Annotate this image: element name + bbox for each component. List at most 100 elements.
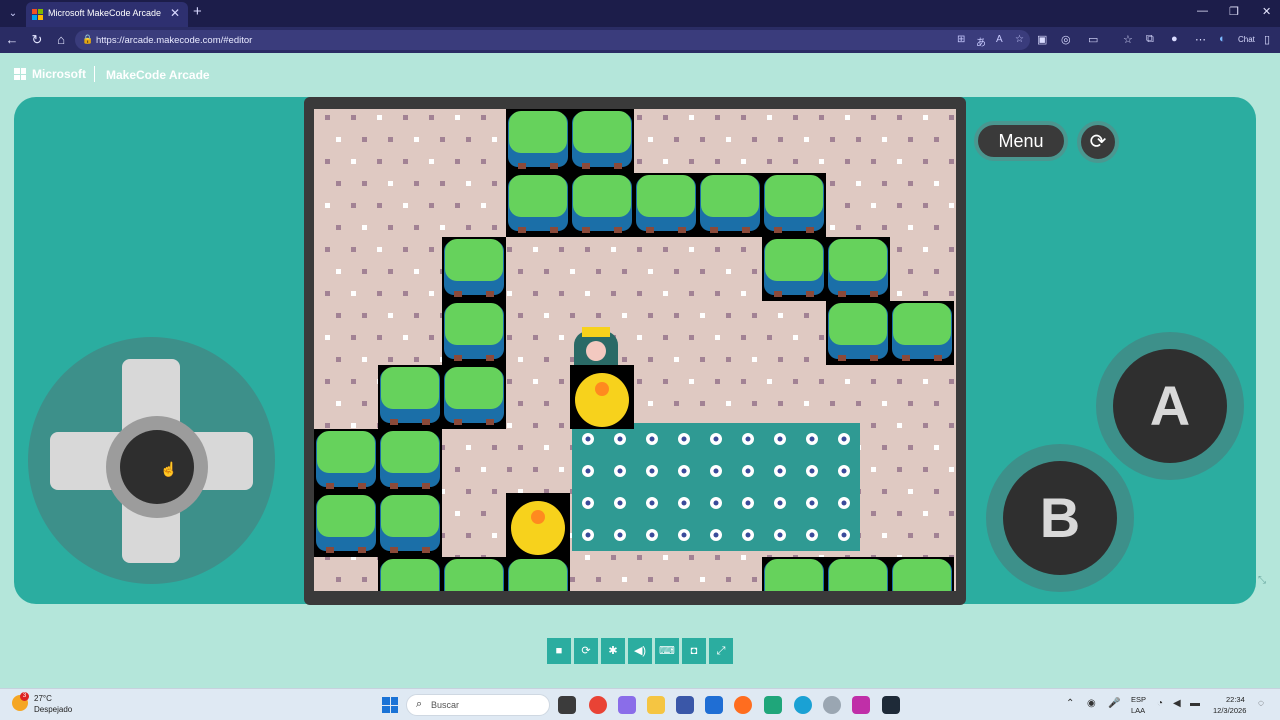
dpad-joystick[interactable] xyxy=(120,430,194,504)
file-explorer-icon[interactable] xyxy=(647,696,665,714)
clock-time[interactable]: 22:34 xyxy=(1226,695,1245,704)
language-code[interactable]: ESP xyxy=(1131,695,1146,704)
firefox-icon[interactable] xyxy=(734,696,752,714)
brand-divider xyxy=(94,66,95,82)
notifications-icon[interactable]: ◌ xyxy=(1258,698,1264,709)
makecode-app-icon[interactable] xyxy=(882,696,900,714)
cast-icon[interactable]: ▭ xyxy=(1088,33,1098,46)
game-canvas[interactable] xyxy=(314,109,956,591)
task-view-icon[interactable] xyxy=(558,696,576,714)
collections-icon[interactable]: ⧉ xyxy=(1146,33,1154,46)
sand-speck xyxy=(908,489,913,494)
sand-speck xyxy=(351,247,356,252)
sand-speck xyxy=(752,357,757,362)
performance-icon[interactable]: ◎ xyxy=(1061,33,1071,46)
tray-app-icon[interactable]: ◉ xyxy=(1087,698,1096,709)
sand-speck xyxy=(622,313,627,318)
browser-tab[interactable]: Microsoft MakeCode Arcade ✕ xyxy=(26,2,188,27)
favorites-icon[interactable]: ☆ xyxy=(1123,33,1133,46)
reload-icon[interactable]: ↻ xyxy=(29,32,45,48)
microsoft-favicon-icon xyxy=(32,9,43,20)
new-tab-button[interactable]: + xyxy=(193,3,202,20)
maximize-icon[interactable]: ❐ xyxy=(1229,5,1239,18)
sand-speck xyxy=(325,423,330,428)
sand-speck xyxy=(362,357,367,362)
profile-avatar-icon[interactable]: ● xyxy=(1171,33,1178,45)
sand-speck xyxy=(908,533,913,538)
tab-close-icon[interactable]: ✕ xyxy=(170,6,180,20)
debug-icon[interactable]: ✱ xyxy=(601,638,625,664)
volume-icon[interactable]: ◀ xyxy=(1173,698,1181,709)
language-region[interactable]: LAA xyxy=(1131,706,1145,715)
extension-icon[interactable]: ▣ xyxy=(1037,33,1047,46)
tab-list-button[interactable]: ⌄ xyxy=(4,5,22,23)
url-field[interactable]: 🔒 https://arcade.makecode.com/#editor ⊞ … xyxy=(75,30,1030,50)
sand-speck xyxy=(325,115,330,120)
flower-center xyxy=(617,468,623,474)
sand-speck xyxy=(934,181,939,186)
tray-chevron-icon[interactable]: ⌃ xyxy=(1066,698,1074,709)
home-icon[interactable]: ⌂ xyxy=(53,32,69,47)
green-app-icon[interactable] xyxy=(764,696,782,714)
clock-date[interactable]: 12/3/2026 xyxy=(1213,706,1246,715)
bush-icon xyxy=(445,239,503,281)
read-aloud-icon[interactable]: A xyxy=(996,34,1003,45)
sand-speck xyxy=(351,335,356,340)
save-app-icon[interactable] xyxy=(676,696,694,714)
sand-speck xyxy=(830,181,835,186)
chrome-icon[interactable] xyxy=(589,696,607,714)
sand-speck xyxy=(923,423,928,428)
sand-speck xyxy=(700,269,705,274)
copilot-app-icon[interactable] xyxy=(618,696,636,714)
weather-temperature[interactable]: 27°C xyxy=(34,694,52,703)
menu-button[interactable]: Menu xyxy=(974,121,1068,161)
bush-trunk xyxy=(358,547,366,553)
loading-app-icon[interactable] xyxy=(823,696,841,714)
windows-start-icon[interactable] xyxy=(382,697,398,713)
keyboard-icon[interactable]: ⌨ xyxy=(655,638,679,664)
sidebar-toggle-icon[interactable]: ▯ xyxy=(1264,33,1270,46)
bush-icon xyxy=(829,303,887,345)
sand-speck xyxy=(674,313,679,318)
flower-center xyxy=(745,468,751,474)
bush-trunk xyxy=(486,291,494,297)
outlook-icon[interactable] xyxy=(705,696,723,714)
purple-app-icon[interactable] xyxy=(852,696,870,714)
sand-speck xyxy=(336,181,341,186)
stop-icon[interactable]: ■ xyxy=(547,638,571,664)
sand-speck xyxy=(648,577,653,582)
apps-icon[interactable]: ⊞ xyxy=(957,34,965,45)
sand-speck xyxy=(663,291,668,296)
more-options-icon[interactable]: ⋯ xyxy=(1195,33,1206,46)
flower-center xyxy=(617,500,623,506)
window-close-icon[interactable]: ✕ xyxy=(1262,5,1271,18)
edge-icon[interactable] xyxy=(794,696,812,714)
sand-speck xyxy=(897,291,902,296)
sound-icon[interactable]: ◀) xyxy=(628,638,652,664)
fullscreen-icon[interactable]: ⤢ xyxy=(709,638,733,664)
wifi-icon[interactable]: ◔ xyxy=(1157,698,1163,709)
copilot-icon[interactable]: ◐ xyxy=(1219,33,1226,45)
restart-game-icon[interactable]: ⟳ xyxy=(1077,121,1119,163)
weather-description[interactable]: Despejado xyxy=(34,705,72,714)
minimize-icon[interactable]: — xyxy=(1197,5,1208,17)
flower-center xyxy=(809,532,815,538)
restart-icon[interactable]: ⟳ xyxy=(574,638,598,664)
translate-icon[interactable]: あ xyxy=(976,34,986,49)
resize-handle-icon[interactable]: ⤡ xyxy=(1258,575,1266,586)
b-button[interactable]: B xyxy=(1003,461,1117,575)
a-button[interactable]: A xyxy=(1113,349,1227,463)
battery-icon[interactable]: ▬ xyxy=(1190,698,1200,709)
sand-speck xyxy=(377,203,382,208)
app-title[interactable]: MakeCode Arcade xyxy=(106,68,210,82)
taskbar-search[interactable]: ⌕ Buscar xyxy=(406,694,550,716)
screenshot-icon[interactable]: ◘ xyxy=(682,638,706,664)
microphone-icon[interactable]: 🎤 xyxy=(1108,698,1120,709)
sand-speck xyxy=(700,137,705,142)
game-screen[interactable] xyxy=(314,109,956,591)
back-icon[interactable]: ← xyxy=(4,32,20,47)
chat-label[interactable]: Chat xyxy=(1238,35,1255,44)
favorite-star-icon[interactable]: ☆ xyxy=(1015,34,1024,45)
bush-icon xyxy=(445,559,503,591)
sand-speck xyxy=(351,159,356,164)
